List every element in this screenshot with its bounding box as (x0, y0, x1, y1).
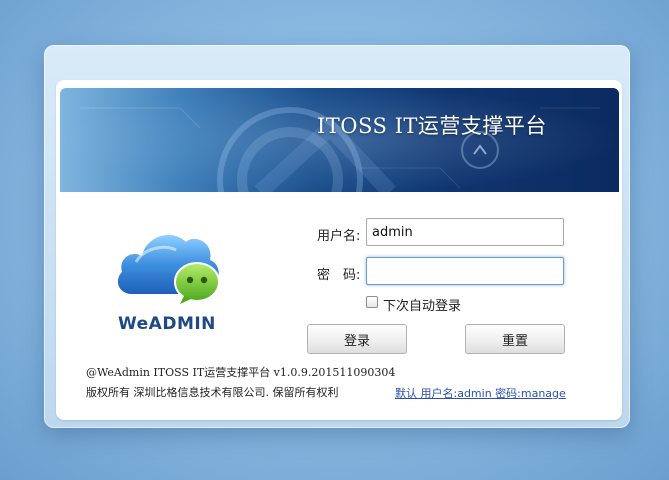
username-input[interactable] (366, 218, 564, 246)
auto-login-label[interactable]: 下次自动登录 (383, 295, 461, 314)
password-label: 密 码: (317, 268, 361, 283)
copyright-text: 版权所有 深圳比格信息技术有限公司. 保留所有权利 (86, 386, 339, 399)
version-text: @WeAdmin ITOSS IT运营支撑平台 v1.0.9.201511090… (86, 366, 396, 379)
username-label: 用户名: (317, 229, 361, 244)
banner-decoration (60, 88, 619, 192)
password-input[interactable] (366, 257, 564, 285)
banner-title: ITOSS IT运营支撑平台 (317, 114, 547, 138)
login-button[interactable]: 登录 (307, 324, 407, 354)
header-banner (60, 88, 619, 192)
auto-login-checkbox[interactable] (366, 296, 378, 308)
reset-button[interactable]: 重置 (465, 324, 565, 354)
default-account-link[interactable]: 默认 用户名:admin 密码:manage (395, 385, 566, 401)
logo-wordmark: WeADMIN (118, 314, 216, 334)
cloud-chat-logo-icon (117, 234, 220, 304)
